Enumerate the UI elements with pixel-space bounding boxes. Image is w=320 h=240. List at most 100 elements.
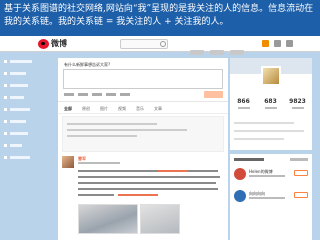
suggestion-item: 向向向向 [234,190,308,208]
stat-following[interactable]: 866 [230,98,257,109]
stat-posts[interactable]: 9823 [284,98,311,109]
tab-all[interactable]: 全部 [64,106,72,112]
suggestions-title [234,158,264,161]
sidebar-dot-icon [4,60,7,63]
sidebar-item-label [10,132,28,135]
tab-articles[interactable]: 文章 [154,106,162,112]
promo-text-line [67,123,157,125]
post-author-avatar[interactable] [62,156,74,168]
suggestion-item: Helen的微博 [234,168,308,186]
video-tool[interactable] [92,93,102,96]
message-icon[interactable] [262,40,269,47]
sidebar-item[interactable] [4,82,52,89]
stat-label [291,107,304,109]
weibo-eye-icon [38,39,49,49]
stat-followers[interactable]: 683 [257,98,284,109]
promo-text-line [67,135,137,137]
weibo-page-screenshot: 微博 有什么新鲜事想告诉大家? 全部 原创 图片 视频 音乐 文章 雷军 866… [0,36,320,240]
profile-card: 866 683 9823 [230,58,312,150]
main-feed-column: 有什么新鲜事想告诉大家? 全部 原创 图片 视频 音乐 文章 雷军 [58,58,228,240]
post-text-line [78,188,218,190]
sidebar-dot-icon [4,132,7,135]
feed-post: 雷军 [58,154,228,240]
suggestion-meta [249,197,285,199]
sidebar-item[interactable] [4,106,52,113]
post-text-line [78,194,114,196]
emoji-tool[interactable] [64,93,74,96]
profile-footer-line [234,138,284,140]
sidebar-item-label [10,120,26,123]
stat-value: 9823 [289,98,306,105]
sidebar-item-label [10,72,26,75]
sidebar-item[interactable] [4,130,52,137]
gear-icon[interactable] [274,40,281,47]
nav-link-discover[interactable] [210,50,224,55]
stat-value: 866 [237,98,250,105]
tab-images[interactable]: 图片 [100,106,108,112]
left-sidebar [4,58,52,240]
publish-button[interactable] [204,91,223,98]
tab-original[interactable]: 原创 [82,106,90,112]
sidebar-item[interactable] [4,118,52,125]
image-tool[interactable] [78,93,88,96]
follow-suggestions: Helen的微博 向向向向 [230,154,312,240]
right-sidebar: 866 683 9823 Helen的微博 向向向向 [230,58,312,240]
suggestion-avatar[interactable] [234,190,246,202]
sidebar-dot-icon [4,84,7,87]
article-tool[interactable] [120,93,130,96]
follow-button[interactable] [294,170,308,176]
profile-footer [230,116,312,150]
stat-value: 683 [264,98,277,105]
follow-button[interactable] [294,192,308,198]
sidebar-item[interactable] [4,154,52,161]
post-timestamp [78,162,120,164]
post-image[interactable] [78,204,138,234]
sidebar-dot-icon [4,108,7,111]
nav-link-game[interactable] [230,50,244,55]
top-nav-links[interactable] [190,40,250,55]
sidebar-item[interactable] [4,58,52,65]
sidebar-item-label [10,144,22,147]
stat-label [264,107,277,109]
profile-footer-line [234,130,304,132]
topic-tool[interactable] [106,93,116,96]
post-image[interactable] [140,204,180,234]
nav-link-home[interactable] [190,50,204,55]
compose-icon[interactable] [286,40,293,47]
post-composer: 有什么新鲜事想告诉大家? [58,58,228,102]
sidebar-item[interactable] [4,94,52,101]
top-navigation-bar: 微博 [0,36,320,55]
sidebar-item[interactable] [4,70,52,77]
suggestion-meta [249,175,285,177]
promo-text-line [67,129,187,131]
post-text-line [78,170,218,172]
stat-label [237,107,250,109]
sidebar-dot-icon [4,120,7,123]
feed-filter-tabs: 全部 原创 图片 视频 音乐 文章 [58,104,228,114]
post-text-line [78,176,220,178]
post-text-line [78,182,216,184]
profile-avatar[interactable] [261,66,281,86]
sidebar-item[interactable] [4,142,52,149]
refresh-link[interactable] [290,158,308,161]
sidebar-item-label [10,84,28,87]
sidebar-dot-icon [4,144,7,147]
search-input[interactable] [120,39,168,49]
sidebar-item-label [10,96,24,99]
weibo-logo[interactable]: 微博 [38,38,74,50]
tab-music[interactable]: 音乐 [136,106,144,112]
profile-stats: 866 683 9823 [230,98,312,114]
promoted-card[interactable] [62,116,224,152]
search-icon[interactable] [160,41,166,47]
post-link[interactable] [118,194,158,196]
sidebar-item-label [10,60,32,63]
sidebar-item-label [10,108,30,111]
sidebar-dot-icon [4,96,7,99]
tab-video[interactable]: 视频 [118,106,126,112]
sidebar-item-label [10,156,30,159]
logo-wordmark: 微博 [51,39,67,48]
post-link[interactable] [158,170,188,172]
sidebar-dot-icon [4,156,7,159]
composer-textarea[interactable] [63,69,223,89]
suggestion-avatar[interactable] [234,168,246,180]
